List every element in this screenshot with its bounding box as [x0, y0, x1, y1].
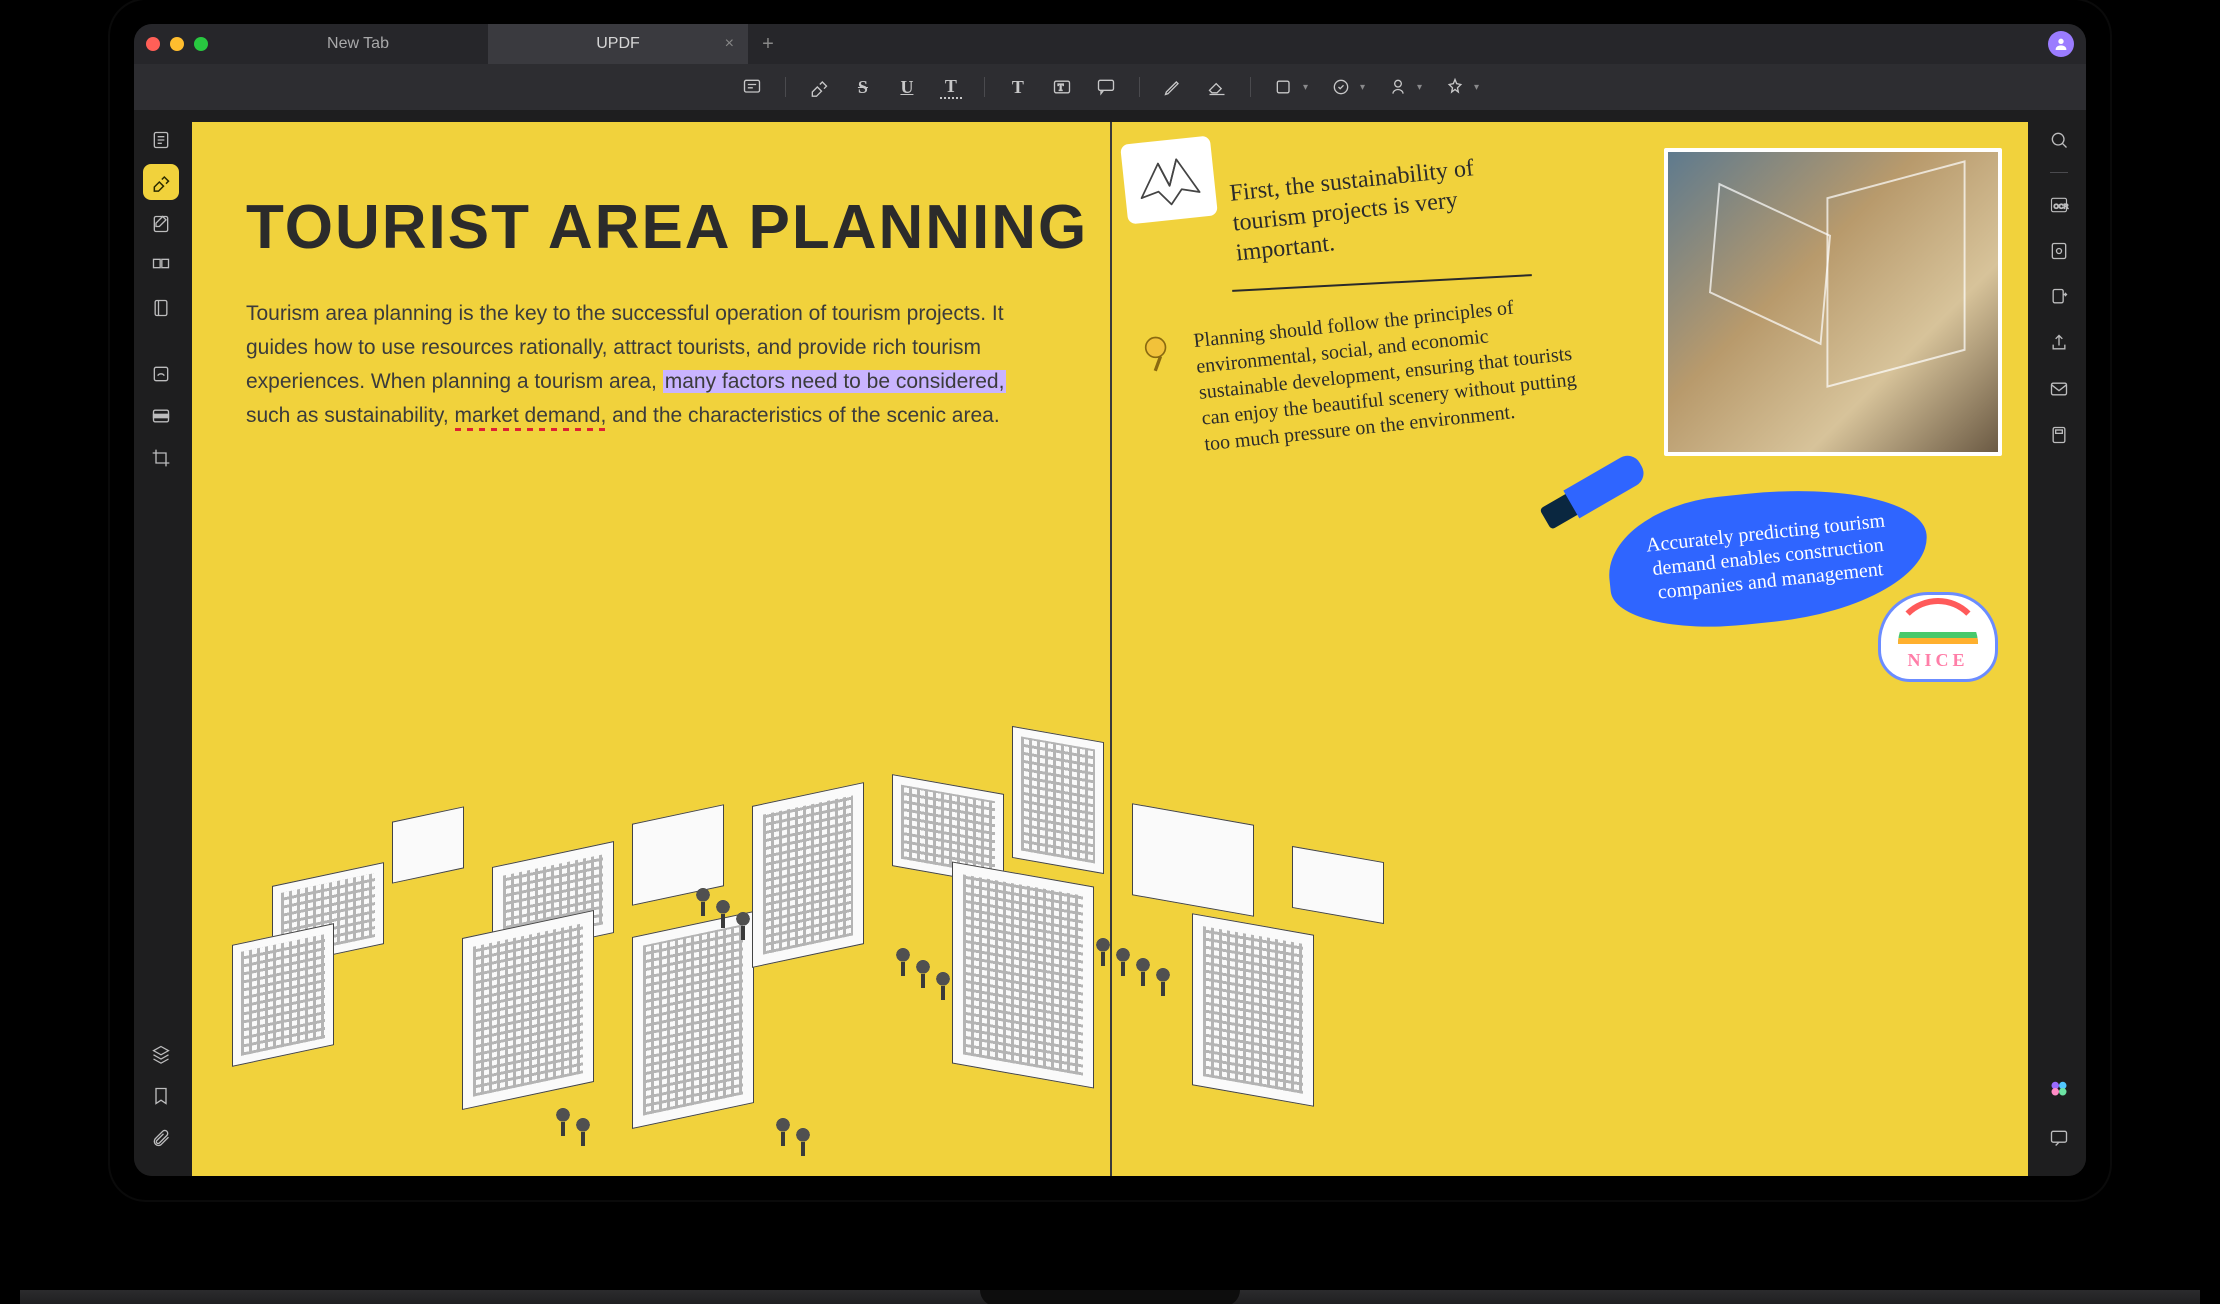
laptop-notch [980, 1290, 1240, 1304]
construction-photo [1664, 148, 2002, 456]
window-controls [146, 37, 208, 51]
chevron-down-icon[interactable]: ▾ [1474, 82, 1479, 93]
email-icon[interactable] [2041, 371, 2077, 407]
svg-text:T: T [1058, 82, 1064, 92]
annotation-toolbar: S U T T T ▾ ▾ ▾ ▾ [134, 64, 2086, 110]
search-icon[interactable] [2041, 122, 2077, 158]
chevron-down-icon[interactable]: ▾ [1417, 82, 1422, 93]
organize-pages-button[interactable] [143, 248, 179, 284]
new-tab-button[interactable]: + [748, 24, 788, 64]
comment-mode-button[interactable] [143, 164, 179, 200]
pencil-tool[interactable] [1162, 76, 1184, 98]
city-illustration [192, 736, 2028, 1176]
signature-tool[interactable] [1387, 76, 1409, 98]
text-tool[interactable]: T [1007, 76, 1029, 98]
layers-icon[interactable] [143, 1036, 179, 1072]
bookmark-icon[interactable] [143, 1078, 179, 1114]
sticker-tool[interactable] [1444, 76, 1466, 98]
left-sidebar [134, 110, 188, 1176]
nice-sticker: NICE [1878, 592, 1998, 682]
blue-annotation-blob: Accurately predicting tourism demand ena… [1602, 476, 1934, 639]
highlighted-text: many factors need to be considered, [663, 370, 1007, 393]
eraser-tool[interactable] [1206, 76, 1228, 98]
strikethrough-tool[interactable]: S [852, 76, 874, 98]
export-icon[interactable] [2041, 279, 2077, 315]
maximize-window-button[interactable] [194, 37, 208, 51]
origami-sticker [1120, 136, 1218, 225]
minimize-window-button[interactable] [170, 37, 184, 51]
tab-new[interactable]: New Tab [228, 24, 488, 64]
fill-sign-button[interactable] [143, 356, 179, 392]
close-window-button[interactable] [146, 37, 160, 51]
marker-sticker [1534, 445, 1651, 538]
underline-stroke [1232, 274, 1532, 292]
stamp-tool[interactable] [1330, 76, 1352, 98]
right-sidebar: OCR [2032, 110, 2086, 1176]
ocr-icon[interactable]: OCR [2041, 187, 2077, 223]
squiggly-text: market demand, [455, 404, 607, 427]
document-viewport[interactable]: TOURIST AREA PLANNING Tourism area plann… [188, 110, 2032, 1176]
highlight-tool[interactable] [808, 76, 830, 98]
handwriting-note-1: First, the sustainability of tourism pro… [1228, 146, 1556, 269]
app-window: New Tab UPDF × + S U T [134, 24, 2086, 1176]
underline-tool[interactable]: U [896, 76, 918, 98]
body-paragraph: Tourism area planning is the key to the … [246, 297, 1050, 433]
pdf-spread: TOURIST AREA PLANNING Tourism area plann… [192, 122, 2028, 1176]
account-avatar[interactable] [2048, 31, 2074, 57]
handwriting-note-2: Planning should follow the principles of… [1192, 288, 1584, 457]
laptop-base [20, 1290, 2200, 1304]
callout-tool[interactable] [1095, 76, 1117, 98]
tab-label: New Tab [327, 35, 389, 53]
print-icon[interactable] [2041, 417, 2077, 453]
tab-strip: New Tab UPDF × + [228, 24, 788, 64]
squiggly-tool[interactable]: T [940, 75, 962, 99]
share-icon[interactable] [2041, 325, 2077, 361]
tab-updf[interactable]: UPDF × [488, 24, 748, 64]
tab-label: UPDF [596, 35, 640, 53]
close-tab-icon[interactable]: × [725, 35, 734, 53]
crop-button[interactable] [143, 440, 179, 476]
laptop-frame: New Tab UPDF × + S U T [110, 0, 2110, 1200]
attachment-icon[interactable] [143, 1120, 179, 1156]
chevron-down-icon[interactable]: ▾ [1360, 82, 1365, 93]
page-tools-button[interactable] [143, 290, 179, 326]
shape-tool[interactable] [1273, 76, 1295, 98]
reader-mode-button[interactable] [143, 122, 179, 158]
textbox-tool[interactable]: T [1051, 76, 1073, 98]
redact-button[interactable] [143, 398, 179, 434]
document-title: TOURIST AREA PLANNING [246, 192, 1110, 263]
svg-text:OCR: OCR [2054, 203, 2069, 210]
save-icon[interactable] [2041, 233, 2077, 269]
pushpin-sticker [1138, 332, 1182, 376]
edit-mode-button[interactable] [143, 206, 179, 242]
sticky-note-tool[interactable] [741, 76, 763, 98]
titlebar: New Tab UPDF × + [134, 24, 2086, 64]
ai-assistant-icon[interactable] [2041, 1070, 2077, 1106]
chevron-down-icon[interactable]: ▾ [1303, 82, 1308, 93]
comments-panel-icon[interactable] [2041, 1120, 2077, 1156]
